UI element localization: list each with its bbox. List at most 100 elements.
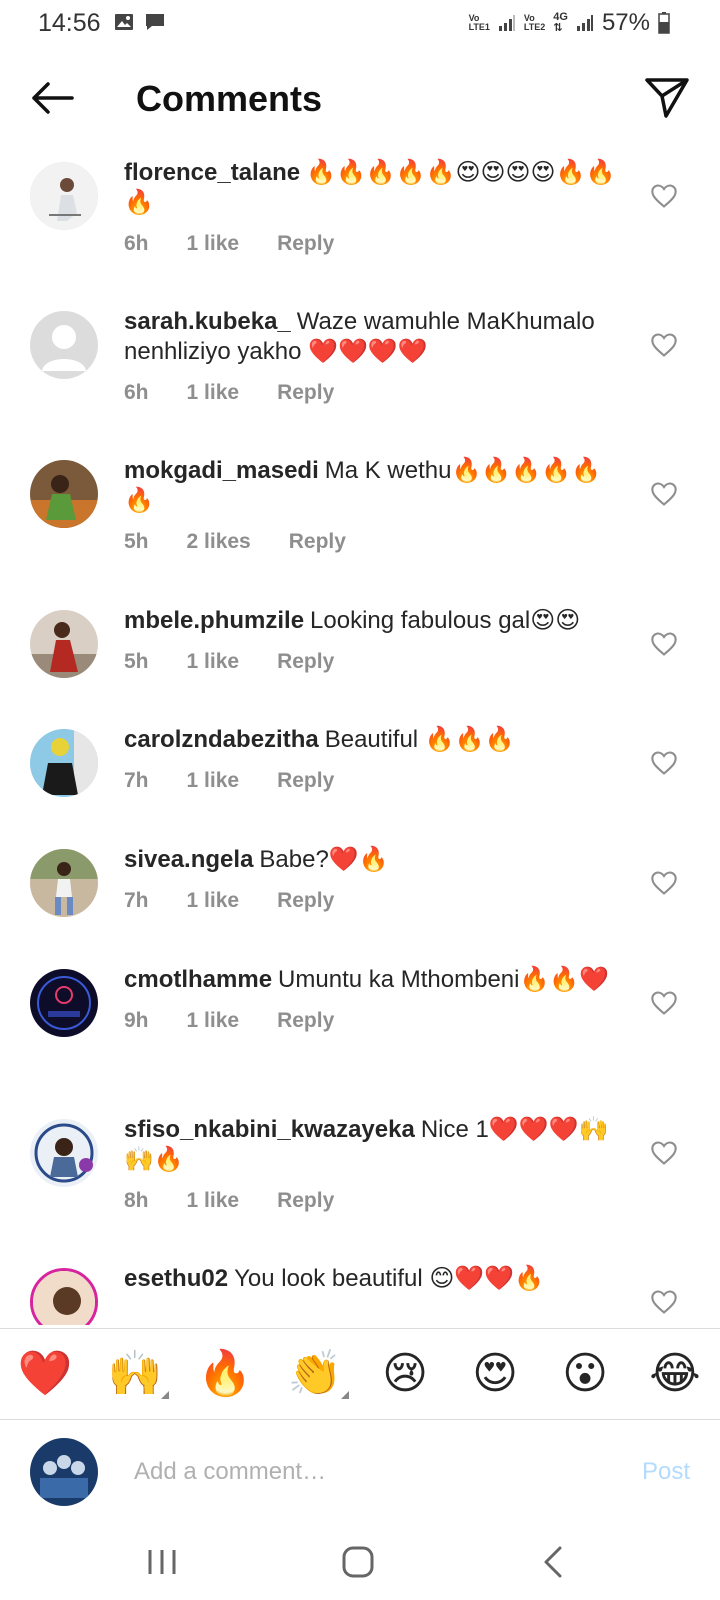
comment-item: mokgadi_masedi Ma K wethu🔥🔥🔥🔥🔥🔥 5h 2 like… <box>0 448 720 598</box>
comment-input[interactable] <box>134 1452 584 1492</box>
emoji-crying-button[interactable]: 😢 <box>375 1349 435 1399</box>
comment-item: sfiso_nkabini_kwazayeka Nice 1❤️❤️❤️🙌🙌🔥 8… <box>0 1107 720 1256</box>
avatar[interactable] <box>30 460 98 528</box>
comment-time: 6h <box>124 381 149 404</box>
like-heart-button[interactable] <box>650 1139 678 1167</box>
emoji-quick-bar: ❤️ 🙌 🔥 👏 😢 😍 😮 😂 <box>0 1328 720 1420</box>
comment-time: 5h <box>124 530 149 553</box>
comment-item: sarah.kubeka_ Waze wamuhle MaKhumalo nenh… <box>0 299 720 448</box>
comment-item: sivea.ngela Babe?❤️🔥 7h 1 like Reply <box>0 837 720 957</box>
avatar[interactable] <box>30 969 98 1037</box>
comment-message: Umuntu ka Mthombeni🔥🔥❤️ <box>278 966 610 993</box>
emoji-laughing-button[interactable]: 😂 <box>645 1349 705 1399</box>
comment-username[interactable]: sfiso_nkabini_kwazayeka <box>124 1116 415 1143</box>
reply-button[interactable]: Reply <box>277 232 334 256</box>
like-heart-button[interactable] <box>650 1288 678 1316</box>
send-icon <box>645 78 689 118</box>
comment-username[interactable]: sivea.ngela <box>124 846 253 873</box>
lte2-indicator: Vo LTE2 <box>524 14 545 32</box>
comment-item: mbele.phumzile Looking fabulous gal😍😍 5h … <box>0 598 720 717</box>
emoji-heart-eyes-button[interactable]: 😍 <box>465 1349 525 1399</box>
emoji-clap-button[interactable]: 👏 <box>285 1349 349 1399</box>
like-heart-button[interactable] <box>650 869 678 897</box>
skin-tone-indicator-icon <box>341 1391 349 1399</box>
comment-username[interactable]: esethu02 <box>124 1265 228 1292</box>
comment-likes[interactable]: 1 like <box>187 1189 240 1213</box>
header: Comments <box>0 60 720 140</box>
avatar[interactable] <box>30 729 98 797</box>
comment-username[interactable]: mbele.phumzile <box>124 607 304 634</box>
comment-message: Looking fabulous gal😍😍 <box>310 607 581 634</box>
skin-tone-indicator-icon <box>161 1391 169 1399</box>
reply-button[interactable]: Reply <box>277 1189 334 1213</box>
reply-button[interactable]: Reply <box>277 769 334 793</box>
emoji-fire-button[interactable]: 🔥 <box>195 1349 255 1399</box>
avatar[interactable] <box>30 162 98 230</box>
like-heart-button[interactable] <box>650 749 678 777</box>
like-heart-button[interactable] <box>650 989 678 1017</box>
reply-button[interactable]: Reply <box>277 1009 334 1033</box>
heart-outline-icon <box>651 482 677 506</box>
heart-outline-icon <box>651 184 677 208</box>
comment-likes[interactable]: 1 like <box>187 889 240 913</box>
avatar[interactable] <box>30 1268 98 1325</box>
heart-outline-icon <box>651 1290 677 1314</box>
like-heart-button[interactable] <box>650 480 678 508</box>
signal-icon <box>498 15 515 31</box>
gallery-icon <box>115 14 133 30</box>
reply-button[interactable]: Reply <box>277 381 334 405</box>
avatar[interactable] <box>30 610 98 678</box>
like-heart-button[interactable] <box>650 630 678 658</box>
comment-text: mbele.phumzile Looking fabulous gal😍😍 <box>124 606 624 636</box>
emoji-surprised-button[interactable]: 😮 <box>555 1349 615 1399</box>
post-button[interactable]: Post <box>642 1458 690 1486</box>
back-nav-button[interactable] <box>532 1540 576 1584</box>
comment-item: esethu02 You look beautiful 😊❤️❤️🔥 <box>0 1256 720 1325</box>
comment-body: esethu02 You look beautiful 😊❤️❤️🔥 <box>124 1264 624 1294</box>
heart-outline-icon <box>651 751 677 775</box>
comment-likes[interactable]: 1 like <box>187 650 240 674</box>
comment-item: cmotlhamme Umuntu ka Mthombeni🔥🔥❤️ 9h 1 l… <box>0 957 720 1107</box>
heart-outline-icon <box>651 632 677 656</box>
home-icon <box>342 1546 374 1578</box>
recent-apps-button[interactable] <box>140 1540 184 1584</box>
comment-username[interactable]: sarah.kubeka_ <box>124 308 291 335</box>
comment-text: sfiso_nkabini_kwazayeka Nice 1❤️❤️❤️🙌🙌🔥 <box>124 1115 624 1175</box>
like-heart-button[interactable] <box>650 331 678 359</box>
status-right: Vo LTE1 Vo LTE2 4G ⇅ 57% <box>469 9 670 37</box>
reply-button[interactable]: Reply <box>277 889 334 913</box>
comment-meta: 5h 2 likes Reply <box>124 530 624 554</box>
share-button[interactable] <box>644 74 690 120</box>
emoji-raised-hands-button[interactable]: 🙌 <box>105 1349 169 1399</box>
comment-username[interactable]: mokgadi_masedi <box>124 457 319 484</box>
comment-text: florence_talane 🔥🔥🔥🔥🔥😍😍😍😍🔥🔥🔥 <box>124 158 624 218</box>
emoji-heart-button[interactable]: ❤️ <box>15 1349 75 1399</box>
comment-body: carolzndabezitha Beautiful 🔥🔥🔥 7h 1 like … <box>124 725 624 793</box>
comment-username[interactable]: cmotlhamme <box>124 966 272 993</box>
avatar[interactable] <box>30 849 98 917</box>
heart-outline-icon <box>651 991 677 1015</box>
comment-likes[interactable]: 1 like <box>187 381 240 405</box>
avatar[interactable] <box>30 1119 98 1187</box>
comment-time: 6h <box>124 232 149 255</box>
reply-button[interactable]: Reply <box>277 650 334 674</box>
message-icon <box>146 14 164 30</box>
heart-outline-icon <box>651 1141 677 1165</box>
avatar[interactable] <box>30 311 98 379</box>
home-button[interactable] <box>336 1540 380 1584</box>
reply-button[interactable]: Reply <box>289 530 346 554</box>
comment-username[interactable]: florence_talane <box>124 159 300 186</box>
comment-message: Beautiful 🔥🔥🔥 <box>324 726 515 753</box>
comment-likes[interactable]: 1 like <box>187 1009 240 1033</box>
back-button[interactable] <box>28 76 76 120</box>
like-heart-button[interactable] <box>650 182 678 210</box>
network-type: 4G ⇅ <box>553 12 568 34</box>
comment-body: florence_talane 🔥🔥🔥🔥🔥😍😍😍😍🔥🔥🔥 6h 1 like Re… <box>124 158 624 256</box>
comment-likes[interactable]: 1 like <box>187 769 240 793</box>
comment-likes[interactable]: 2 likes <box>187 530 251 554</box>
comment-meta: 7h 1 like Reply <box>124 769 624 793</box>
comment-username[interactable]: carolzndabezitha <box>124 726 319 753</box>
comments-list[interactable]: florence_talane 🔥🔥🔥🔥🔥😍😍😍😍🔥🔥🔥 6h 1 like Re… <box>0 150 720 1325</box>
lte1-indicator: Vo LTE1 <box>469 14 490 32</box>
comment-likes[interactable]: 1 like <box>187 232 240 256</box>
